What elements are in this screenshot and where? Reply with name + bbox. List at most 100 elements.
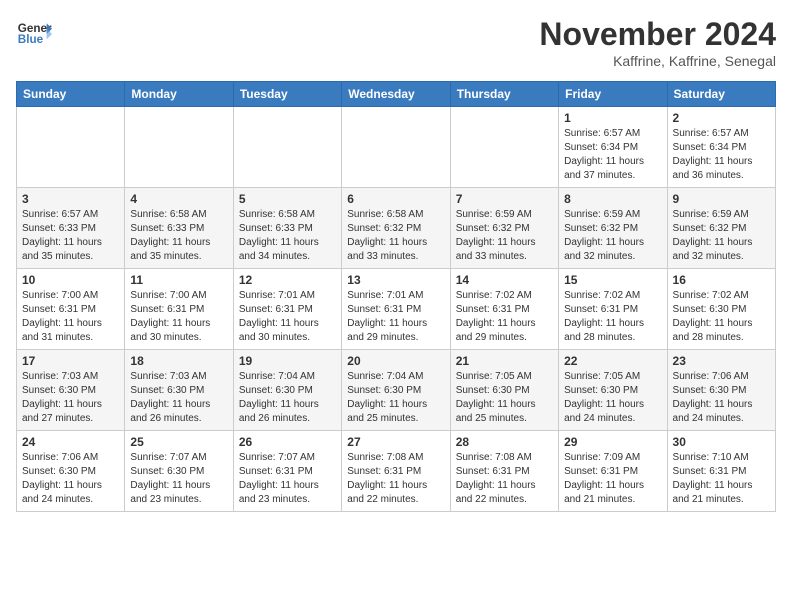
day-info: Sunrise: 7:06 AM Sunset: 6:30 PM Dayligh… bbox=[22, 451, 119, 507]
day-number: 29 bbox=[564, 435, 661, 449]
calendar-week-row: 24 Sunrise: 7:06 AM Sunset: 6:30 PM Dayli… bbox=[17, 431, 776, 512]
day-number: 24 bbox=[22, 435, 119, 449]
day-info: Sunrise: 7:05 AM Sunset: 6:30 PM Dayligh… bbox=[456, 370, 553, 426]
day-info: Sunrise: 7:04 AM Sunset: 6:30 PM Dayligh… bbox=[239, 370, 336, 426]
calendar-cell bbox=[450, 107, 558, 188]
day-number: 21 bbox=[456, 354, 553, 368]
day-info: Sunrise: 6:59 AM Sunset: 6:32 PM Dayligh… bbox=[456, 208, 553, 264]
day-number: 30 bbox=[673, 435, 770, 449]
day-info: Sunrise: 7:09 AM Sunset: 6:31 PM Dayligh… bbox=[564, 451, 661, 507]
month-title: November 2024 bbox=[539, 16, 776, 53]
day-info: Sunrise: 7:02 AM Sunset: 6:31 PM Dayligh… bbox=[456, 289, 553, 345]
day-info: Sunrise: 6:59 AM Sunset: 6:32 PM Dayligh… bbox=[673, 208, 770, 264]
day-number: 12 bbox=[239, 273, 336, 287]
day-info: Sunrise: 6:57 AM Sunset: 6:33 PM Dayligh… bbox=[22, 208, 119, 264]
day-number: 3 bbox=[22, 192, 119, 206]
day-number: 19 bbox=[239, 354, 336, 368]
calendar-cell bbox=[17, 107, 125, 188]
day-number: 28 bbox=[456, 435, 553, 449]
day-number: 27 bbox=[347, 435, 444, 449]
calendar-cell: 14 Sunrise: 7:02 AM Sunset: 6:31 PM Dayli… bbox=[450, 269, 558, 350]
calendar-cell: 30Sunrise: 7:10 AM Sunset: 6:31 PM Dayli… bbox=[667, 431, 775, 512]
day-number: 23 bbox=[673, 354, 770, 368]
calendar-table: SundayMondayTuesdayWednesdayThursdayFrid… bbox=[16, 81, 776, 512]
day-number: 15 bbox=[564, 273, 661, 287]
calendar-cell: 20Sunrise: 7:04 AM Sunset: 6:30 PM Dayli… bbox=[342, 350, 450, 431]
day-number: 11 bbox=[130, 273, 227, 287]
day-number: 26 bbox=[239, 435, 336, 449]
day-number: 14 bbox=[456, 273, 553, 287]
day-info: Sunrise: 7:07 AM Sunset: 6:30 PM Dayligh… bbox=[130, 451, 227, 507]
day-info: Sunrise: 7:03 AM Sunset: 6:30 PM Dayligh… bbox=[22, 370, 119, 426]
calendar-cell: 29 Sunrise: 7:09 AM Sunset: 6:31 PM Dayli… bbox=[559, 431, 667, 512]
day-number: 9 bbox=[673, 192, 770, 206]
calendar-cell: 15 Sunrise: 7:02 AM Sunset: 6:31 PM Dayli… bbox=[559, 269, 667, 350]
calendar-cell: 21 Sunrise: 7:05 AM Sunset: 6:30 PM Dayli… bbox=[450, 350, 558, 431]
day-number: 18 bbox=[130, 354, 227, 368]
day-number: 1 bbox=[564, 111, 661, 125]
calendar-cell: 7 Sunrise: 6:59 AM Sunset: 6:32 PM Daylig… bbox=[450, 188, 558, 269]
day-info: Sunrise: 6:58 AM Sunset: 6:33 PM Dayligh… bbox=[239, 208, 336, 264]
calendar-cell: 23Sunrise: 7:06 AM Sunset: 6:30 PM Dayli… bbox=[667, 350, 775, 431]
day-number: 13 bbox=[347, 273, 444, 287]
calendar-week-row: 17Sunrise: 7:03 AM Sunset: 6:30 PM Dayli… bbox=[17, 350, 776, 431]
day-info: Sunrise: 6:59 AM Sunset: 6:32 PM Dayligh… bbox=[564, 208, 661, 264]
day-number: 22 bbox=[564, 354, 661, 368]
calendar-cell: 13Sunrise: 7:01 AM Sunset: 6:31 PM Dayli… bbox=[342, 269, 450, 350]
calendar-cell: 24 Sunrise: 7:06 AM Sunset: 6:30 PM Dayli… bbox=[17, 431, 125, 512]
calendar-cell: 8 Sunrise: 6:59 AM Sunset: 6:32 PM Daylig… bbox=[559, 188, 667, 269]
calendar-cell: 3 Sunrise: 6:57 AM Sunset: 6:33 PM Daylig… bbox=[17, 188, 125, 269]
weekday-header: Friday bbox=[559, 82, 667, 107]
day-info: Sunrise: 7:05 AM Sunset: 6:30 PM Dayligh… bbox=[564, 370, 661, 426]
calendar-cell: 12 Sunrise: 7:01 AM Sunset: 6:31 PM Dayli… bbox=[233, 269, 341, 350]
weekday-header: Saturday bbox=[667, 82, 775, 107]
calendar-cell bbox=[342, 107, 450, 188]
day-number: 6 bbox=[347, 192, 444, 206]
calendar-cell: 6Sunrise: 6:58 AM Sunset: 6:32 PM Daylig… bbox=[342, 188, 450, 269]
day-number: 16 bbox=[673, 273, 770, 287]
page-header: General Blue November 2024 Kaffrine, Kaf… bbox=[16, 16, 776, 69]
calendar-cell: 26Sunrise: 7:07 AM Sunset: 6:31 PM Dayli… bbox=[233, 431, 341, 512]
calendar-week-row: 3 Sunrise: 6:57 AM Sunset: 6:33 PM Daylig… bbox=[17, 188, 776, 269]
svg-text:Blue: Blue bbox=[18, 33, 44, 46]
calendar-cell: 22 Sunrise: 7:05 AM Sunset: 6:30 PM Dayli… bbox=[559, 350, 667, 431]
day-info: Sunrise: 7:08 AM Sunset: 6:31 PM Dayligh… bbox=[347, 451, 444, 507]
calendar-week-row: 1 Sunrise: 6:57 AM Sunset: 6:34 PM Daylig… bbox=[17, 107, 776, 188]
day-number: 5 bbox=[239, 192, 336, 206]
day-info: Sunrise: 6:57 AM Sunset: 6:34 PM Dayligh… bbox=[673, 127, 770, 183]
day-number: 8 bbox=[564, 192, 661, 206]
calendar-cell: 19 Sunrise: 7:04 AM Sunset: 6:30 PM Dayli… bbox=[233, 350, 341, 431]
location: Kaffrine, Kaffrine, Senegal bbox=[539, 53, 776, 69]
day-number: 25 bbox=[130, 435, 227, 449]
calendar-week-row: 10 Sunrise: 7:00 AM Sunset: 6:31 PM Dayli… bbox=[17, 269, 776, 350]
calendar-cell: 27 Sunrise: 7:08 AM Sunset: 6:31 PM Dayli… bbox=[342, 431, 450, 512]
calendar-header-row: SundayMondayTuesdayWednesdayThursdayFrid… bbox=[17, 82, 776, 107]
calendar-cell: 4Sunrise: 6:58 AM Sunset: 6:33 PM Daylig… bbox=[125, 188, 233, 269]
day-info: Sunrise: 6:57 AM Sunset: 6:34 PM Dayligh… bbox=[564, 127, 661, 183]
weekday-header: Monday bbox=[125, 82, 233, 107]
calendar-cell: 18Sunrise: 7:03 AM Sunset: 6:30 PM Dayli… bbox=[125, 350, 233, 431]
weekday-header: Tuesday bbox=[233, 82, 341, 107]
logo: General Blue bbox=[16, 16, 52, 52]
day-info: Sunrise: 7:01 AM Sunset: 6:31 PM Dayligh… bbox=[239, 289, 336, 345]
calendar-cell bbox=[125, 107, 233, 188]
day-number: 10 bbox=[22, 273, 119, 287]
day-number: 2 bbox=[673, 111, 770, 125]
day-number: 7 bbox=[456, 192, 553, 206]
calendar-cell: 16 Sunrise: 7:02 AM Sunset: 6:30 PM Dayli… bbox=[667, 269, 775, 350]
day-info: Sunrise: 7:02 AM Sunset: 6:31 PM Dayligh… bbox=[564, 289, 661, 345]
weekday-header: Thursday bbox=[450, 82, 558, 107]
day-info: Sunrise: 7:08 AM Sunset: 6:31 PM Dayligh… bbox=[456, 451, 553, 507]
calendar-cell bbox=[233, 107, 341, 188]
calendar-cell: 28 Sunrise: 7:08 AM Sunset: 6:31 PM Dayli… bbox=[450, 431, 558, 512]
day-number: 4 bbox=[130, 192, 227, 206]
weekday-header: Sunday bbox=[17, 82, 125, 107]
day-info: Sunrise: 7:00 AM Sunset: 6:31 PM Dayligh… bbox=[22, 289, 119, 345]
calendar-cell: 11Sunrise: 7:00 AM Sunset: 6:31 PM Dayli… bbox=[125, 269, 233, 350]
day-number: 20 bbox=[347, 354, 444, 368]
title-block: November 2024 Kaffrine, Kaffrine, Senega… bbox=[539, 16, 776, 69]
calendar-cell: 1 Sunrise: 6:57 AM Sunset: 6:34 PM Daylig… bbox=[559, 107, 667, 188]
logo-icon: General Blue bbox=[16, 16, 52, 52]
calendar-cell: 10 Sunrise: 7:00 AM Sunset: 6:31 PM Dayli… bbox=[17, 269, 125, 350]
day-info: Sunrise: 7:02 AM Sunset: 6:30 PM Dayligh… bbox=[673, 289, 770, 345]
